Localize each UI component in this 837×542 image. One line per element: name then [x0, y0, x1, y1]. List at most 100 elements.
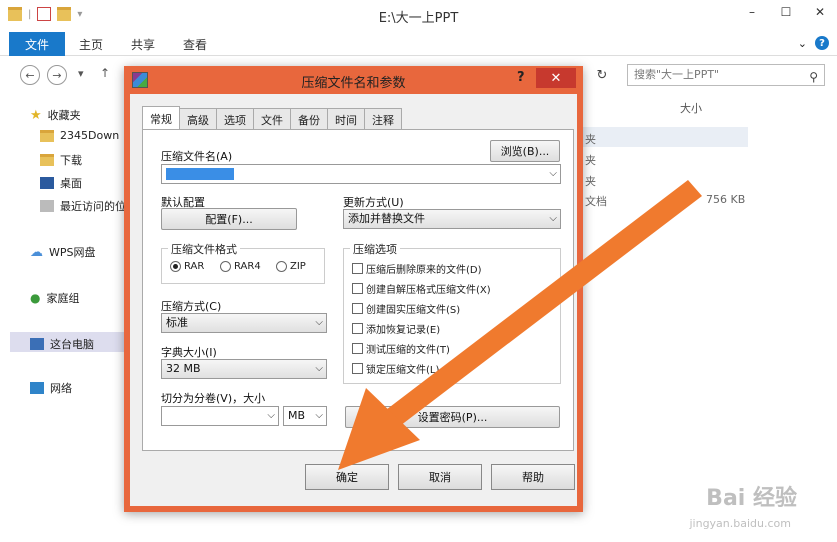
tab-time[interactable]: 时间 [327, 108, 365, 130]
refresh-button[interactable]: ↻ [590, 65, 614, 85]
sidebar-item-label: 2345Down [60, 129, 120, 142]
forward-icon[interactable]: → [47, 65, 67, 85]
selected-row-highlight [580, 127, 748, 147]
title-bar: | ▾ E:\大一上PPT – ☐ ✕ [0, 0, 837, 30]
option-label: 测试压缩的文件(T) [366, 345, 450, 356]
help-icon[interactable]: ? [815, 36, 829, 50]
ribbon: 文件 主页 共享 查看 ⌄ ? [0, 30, 837, 56]
format-rar-option[interactable]: RAR [170, 261, 204, 272]
size-column-header[interactable]: 大小 [680, 100, 702, 116]
checkbox-icon[interactable] [352, 263, 363, 274]
watermark-logo: Bai 经验 [706, 486, 797, 511]
checkbox-icon[interactable] [352, 363, 363, 374]
cancel-button[interactable]: 取消 [398, 464, 482, 490]
sidebar-item-wps-cloud[interactable]: ☁ WPS网盘 [30, 244, 96, 260]
file-row-type[interactable]: 夹 [585, 152, 596, 168]
compression-method-label: 压缩方式(C) [161, 300, 222, 313]
expand-ribbon-icon[interactable]: ⌄ [798, 37, 807, 50]
desktop-icon [40, 177, 54, 189]
browse-button[interactable]: 浏览(B)... [490, 140, 560, 162]
sidebar-item-this-pc[interactable]: 这台电脑 [30, 336, 94, 352]
format-rar4-option[interactable]: RAR4 [220, 261, 261, 272]
archive-format-group-title: 压缩文件格式 [168, 241, 240, 257]
tab-comment[interactable]: 注释 [364, 108, 402, 130]
option-label: 添加恢复记录(E) [366, 325, 441, 336]
window-controls: – ☐ ✕ [735, 0, 837, 24]
search-icon[interactable]: ⚲ [809, 67, 818, 87]
sidebar-item-label: 家庭组 [46, 292, 80, 305]
profile-button[interactable]: 配置(F)... [161, 208, 297, 230]
chevron-down-icon[interactable]: ⌵ [549, 210, 557, 228]
star-icon: ★ [30, 107, 42, 123]
chevron-down-icon[interactable]: ⌵ [315, 360, 323, 378]
up-icon[interactable]: ↑ [100, 66, 110, 80]
checkbox-icon[interactable] [352, 343, 363, 354]
recent-locations-icon[interactable]: ▾ [78, 67, 84, 80]
option-recovery-record[interactable]: 添加恢复记录(E) [352, 321, 440, 336]
chevron-down-icon[interactable]: ⌵ [549, 165, 557, 183]
sidebar-item-label: 这台电脑 [50, 338, 94, 351]
dialog-close-button[interactable]: ✕ [536, 68, 576, 88]
chevron-down-icon[interactable]: ⌵ [315, 314, 323, 332]
archive-name-selection [166, 168, 234, 180]
search-input[interactable]: 搜索"大一上PPT" ⚲ [627, 64, 825, 86]
help-button[interactable]: 帮助 [491, 464, 575, 490]
dialog-help-button[interactable]: ? [517, 70, 525, 85]
checkbox-icon[interactable] [352, 323, 363, 334]
radio-icon[interactable] [220, 261, 231, 272]
option-label: 压缩后删除原来的文件(D) [366, 265, 482, 276]
sidebar-item-2345down[interactable]: 2345Down [40, 129, 119, 142]
option-sfx[interactable]: 创建自解压格式压缩文件(X) [352, 281, 491, 296]
ribbon-tab-file[interactable]: 文件 [9, 32, 65, 56]
general-tab-panel: 压缩文件名(A) 浏览(B)... ⌵ 默认配置 配置(F)... 更新方式(U… [142, 129, 574, 451]
close-button[interactable]: ✕ [803, 0, 837, 24]
navigation-pane: ★ 收藏夹 2345Down 下载 桌面 最近访问的位 ☁ WPS网盘 ● 家庭… [0, 95, 130, 542]
tab-advanced[interactable]: 高级 [179, 108, 217, 130]
back-icon[interactable]: ← [20, 65, 40, 85]
sidebar-item-recent[interactable]: 最近访问的位 [40, 198, 126, 214]
tab-options[interactable]: 选项 [216, 108, 254, 130]
checkbox-icon[interactable] [352, 303, 363, 314]
chevron-down-icon[interactable]: ⌵ [315, 407, 323, 425]
option-lock-archive[interactable]: 锁定压缩文件(L) [352, 361, 439, 376]
option-solid[interactable]: 创建固实压缩文件(S) [352, 301, 460, 316]
ribbon-tab-share[interactable]: 共享 [131, 36, 155, 53]
ribbon-tab-home[interactable]: 主页 [79, 36, 103, 53]
update-mode-select[interactable]: 添加并替换文件 ⌵ [343, 209, 561, 229]
ribbon-tab-view[interactable]: 查看 [183, 36, 207, 53]
sidebar-item-desktop[interactable]: 桌面 [40, 175, 82, 191]
split-size-input[interactable]: ⌵ [161, 406, 279, 426]
compression-method-select[interactable]: 标准 ⌵ [161, 313, 327, 333]
sidebar-item-favorites[interactable]: ★ 收藏夹 [30, 107, 81, 123]
split-unit-select[interactable]: MB ⌵ [283, 406, 327, 426]
archive-name-field[interactable]: ⌵ [161, 164, 561, 184]
format-zip-option[interactable]: ZIP [276, 261, 306, 272]
option-test-files[interactable]: 测试压缩的文件(T) [352, 341, 450, 356]
dialog-title: 压缩文件名和参数 [301, 76, 406, 91]
sidebar-item-downloads[interactable]: 下载 [40, 152, 82, 168]
sidebar-item-network[interactable]: 网络 [30, 380, 72, 396]
tab-backup[interactable]: 备份 [290, 108, 328, 130]
network-icon [30, 382, 44, 394]
archive-parameters-dialog: 压缩文件名和参数 ? ✕ 常规 高级 选项 文件 备份 时间 注释 压缩文件名(… [124, 66, 583, 512]
set-password-button[interactable]: 设置密码(P)... [345, 406, 560, 428]
ok-button[interactable]: 确定 [305, 464, 389, 490]
sidebar-item-label: 下载 [60, 154, 82, 167]
file-row-type[interactable]: 文档 [585, 193, 607, 209]
file-row-type[interactable]: 夹 [585, 173, 596, 189]
option-delete-after[interactable]: 压缩后删除原来的文件(D) [352, 261, 482, 276]
option-label: 锁定压缩文件(L) [366, 365, 440, 376]
chevron-down-icon[interactable]: ⌵ [267, 407, 275, 425]
dictionary-size-select[interactable]: 32 MB ⌵ [161, 359, 327, 379]
tab-files[interactable]: 文件 [253, 108, 291, 130]
sidebar-item-homegroup[interactable]: ● 家庭组 [30, 290, 79, 306]
maximize-button[interactable]: ☐ [769, 0, 803, 24]
radio-selected-icon[interactable] [170, 261, 181, 272]
minimize-button[interactable]: – [735, 0, 769, 24]
radio-icon[interactable] [276, 261, 287, 272]
dialog-tabs: 常规 高级 选项 文件 备份 时间 注释 [142, 106, 402, 130]
split-unit-value: MB [288, 409, 306, 422]
checkbox-icon[interactable] [352, 283, 363, 294]
tab-general[interactable]: 常规 [142, 106, 180, 130]
file-row-type[interactable]: 夹 [585, 131, 596, 147]
